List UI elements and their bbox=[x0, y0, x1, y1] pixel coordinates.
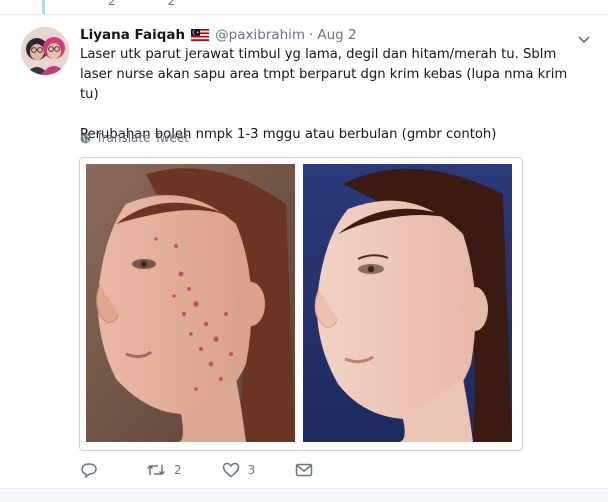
after-face-image bbox=[303, 164, 512, 442]
tweet-media[interactable] bbox=[79, 157, 523, 451]
translate-label: Translate Tweet bbox=[96, 131, 189, 145]
previous-reply-count: 2 bbox=[108, 0, 116, 8]
reply-icon bbox=[81, 463, 97, 478]
globe-icon bbox=[80, 133, 91, 143]
before-face-image bbox=[86, 164, 295, 442]
like-count: 3 bbox=[247, 463, 256, 477]
previous-tweet-actions: 2 2 bbox=[108, 0, 223, 8]
avatar-image bbox=[21, 27, 69, 75]
chevron-down-icon[interactable] bbox=[578, 30, 590, 44]
avatar[interactable] bbox=[21, 27, 69, 75]
like-button[interactable]: 3 bbox=[222, 462, 256, 478]
heart-icon bbox=[222, 462, 239, 478]
reply-button[interactable] bbox=[80, 462, 106, 478]
header-separator: · bbox=[309, 27, 314, 43]
next-tweet-edge bbox=[0, 488, 608, 502]
retweet-button[interactable]: 2 bbox=[146, 462, 182, 478]
after-photo[interactable] bbox=[303, 164, 512, 442]
author-handle[interactable]: @paxibrahim bbox=[215, 27, 305, 43]
previous-retweet-count: 2 bbox=[167, 0, 176, 8]
before-photo[interactable] bbox=[86, 164, 295, 442]
previous-tweet-edge: 2 2 bbox=[0, 0, 608, 15]
malaysia-flag-icon bbox=[191, 29, 210, 41]
retweet-icon bbox=[146, 464, 166, 476]
translate-tweet-link[interactable]: Translate Tweet bbox=[80, 131, 189, 145]
envelope-icon bbox=[296, 463, 313, 477]
thread-line bbox=[42, 0, 45, 14]
tweet-text: Laser utk parut jerawat timbul yg lama, … bbox=[80, 47, 568, 142]
author-name[interactable]: Liyana Faiqah bbox=[80, 27, 185, 43]
direct-message-button[interactable] bbox=[295, 463, 321, 477]
tweet-header: Liyana Faiqah @paxibrahim · Aug 2 bbox=[80, 25, 574, 45]
retweet-count: 2 bbox=[174, 463, 182, 477]
tweet-date[interactable]: Aug 2 bbox=[317, 27, 356, 43]
tweet-actions: 2 3 bbox=[80, 460, 361, 480]
